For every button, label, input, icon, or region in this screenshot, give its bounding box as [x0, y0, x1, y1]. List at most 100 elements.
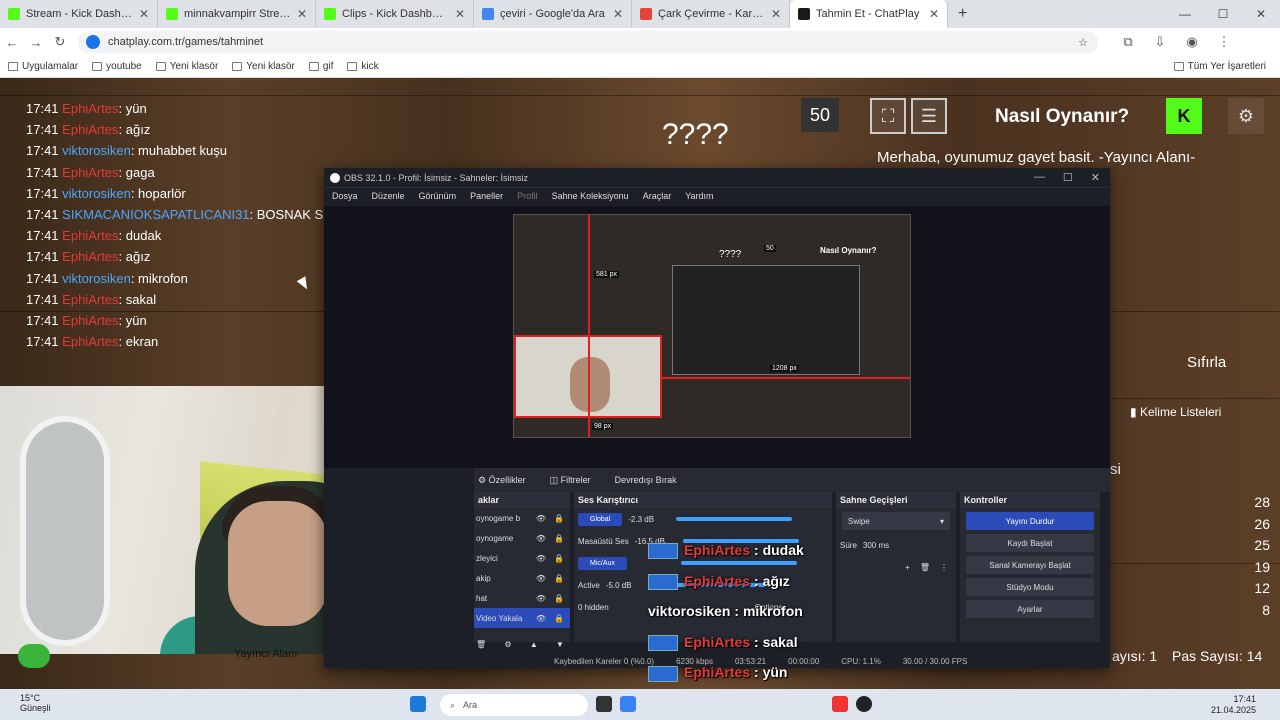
source-item[interactable]: Video Yakala 👁 🔒: [474, 608, 570, 628]
chat-user[interactable]: EphiArtes: [62, 249, 118, 264]
remove-source-icon[interactable]: 🗑: [476, 640, 486, 649]
chat-user[interactable]: EphiArtes: [62, 313, 118, 328]
bookmark-1[interactable]: youtube: [92, 61, 142, 72]
chat-user[interactable]: SIKMACANIOKSAPATLICANI31: [62, 207, 249, 222]
tab-close-icon[interactable]: ✕: [613, 7, 623, 21]
chat-user[interactable]: EphiArtes: [62, 292, 118, 307]
eye-icon[interactable]: 👁: [536, 614, 546, 623]
weather-widget[interactable]: 15°C Güneşli: [20, 693, 51, 713]
obs-menu-item[interactable]: Düzenle: [372, 191, 405, 201]
chat-user[interactable]: viktorosiken: [62, 186, 131, 201]
chat-user[interactable]: EphiArtes: [62, 334, 118, 349]
eye-icon[interactable]: 👁: [536, 574, 546, 583]
eye-icon[interactable]: 👁: [536, 594, 546, 603]
properties-button[interactable]: ⚙ Özellikler: [478, 475, 526, 486]
source-item[interactable]: akip 👁 🔒: [474, 568, 570, 588]
eye-icon[interactable]: 👁: [536, 554, 546, 563]
obs-menu-item[interactable]: Araçlar: [643, 191, 672, 201]
chat-user[interactable]: EphiArtes: [62, 122, 118, 137]
control-button-0[interactable]: Yayını Durdur: [966, 512, 1094, 530]
site-info-icon[interactable]: [86, 35, 100, 49]
reload-icon[interactable]: ↻: [48, 34, 72, 50]
tab-0[interactable]: Stream - Kick Dashboard ✕: [0, 0, 158, 28]
control-button-2[interactable]: Sanal Kamerayı Başlat: [966, 556, 1094, 574]
obs-menu-item[interactable]: Profil: [517, 191, 538, 201]
add-transition-icon[interactable]: +: [905, 563, 910, 572]
maximize-icon[interactable]: ☐: [1204, 0, 1242, 28]
profile-icon[interactable]: ◉: [1180, 34, 1204, 50]
list-icon[interactable]: ☰: [911, 98, 947, 134]
control-button-3[interactable]: Stüdyo Modu: [966, 578, 1094, 596]
eye-icon[interactable]: 👁: [536, 534, 546, 543]
chat-user[interactable]: viktorosiken: [62, 143, 131, 158]
lock-icon[interactable]: 🔒: [554, 614, 564, 623]
lock-icon[interactable]: 🔒: [554, 534, 564, 543]
filters-button[interactable]: ◫ Filtreler: [550, 475, 591, 486]
lock-icon[interactable]: 🔒: [554, 554, 564, 563]
tab-1[interactable]: minnakvampirr Stream - Watch ✕: [158, 0, 316, 28]
minimize-icon[interactable]: —: [1166, 0, 1204, 28]
reset-button[interactable]: Sıfırla: [1187, 354, 1226, 371]
downloads-icon[interactable]: ⇩: [1148, 34, 1172, 50]
obs-menu-item[interactable]: Dosya: [332, 191, 358, 201]
move-up-icon[interactable]: ▲: [530, 640, 538, 649]
obs-taskbar-icon[interactable]: [856, 696, 872, 712]
transition-select[interactable]: Swipe ▾: [842, 512, 950, 530]
obs-preview[interactable]: ???? 50 Nasıl Oynanır? 581 px 1208 px 98…: [513, 214, 911, 438]
source-item[interactable]: zleyici 👁 🔒: [474, 548, 570, 568]
obs-menu-item[interactable]: Yardım: [685, 191, 713, 201]
volume-fader[interactable]: [676, 517, 793, 521]
volume-fader[interactable]: [680, 561, 797, 565]
start-icon[interactable]: [410, 696, 426, 712]
tab-close-icon[interactable]: ✕: [771, 7, 781, 21]
word-lists-button[interactable]: ▮ Kelime Listeleri: [1130, 405, 1221, 419]
close-icon[interactable]: ✕: [1242, 0, 1280, 28]
obs-menu-item[interactable]: Görünüm: [419, 191, 457, 201]
obs-menu-item[interactable]: Paneller: [470, 191, 503, 201]
source-settings-icon[interactable]: ⚙: [504, 640, 511, 649]
chat-user[interactable]: EphiArtes: [62, 165, 118, 180]
tab-close-icon[interactable]: ✕: [455, 7, 465, 21]
obs-minimize-icon[interactable]: —: [1034, 171, 1045, 184]
all-bookmarks[interactable]: Tüm Yer İşaretleri: [1173, 61, 1266, 72]
chat-user[interactable]: viktorosiken: [62, 271, 131, 286]
chat-user[interactable]: EphiArtes: [62, 101, 118, 116]
source-item[interactable]: hat 👁 🔒: [474, 588, 570, 608]
tab-4[interactable]: Çark Çevirme - Karar Çarkı! ✕: [632, 0, 790, 28]
fullscreen-icon[interactable]: ⛶: [870, 98, 906, 134]
bookmark-4[interactable]: gif: [308, 61, 333, 72]
forward-icon[interactable]: →: [24, 35, 48, 50]
move-down-icon[interactable]: ▼: [556, 640, 564, 649]
lock-icon[interactable]: 🔒: [554, 574, 564, 583]
eye-icon[interactable]: 👁: [536, 514, 546, 523]
source-item[interactable]: oynogame b 👁 🔒: [474, 508, 570, 528]
duration-value[interactable]: 300 ms: [863, 541, 889, 550]
taskbar-search[interactable]: ⌕ Ara: [440, 694, 588, 716]
bookmark-star-icon[interactable]: ☆: [1078, 36, 1088, 49]
chat-user[interactable]: EphiArtes: [62, 228, 118, 243]
bookmark-2[interactable]: Yeni klasör: [155, 61, 218, 72]
menu-icon[interactable]: ⋮: [1212, 34, 1236, 50]
tab-close-icon[interactable]: ✕: [297, 7, 307, 21]
back-icon[interactable]: ←: [0, 35, 24, 50]
tab-3[interactable]: çeviri - Google'da Ara ✕: [474, 0, 632, 28]
disable-button[interactable]: Devredışı Bırak: [615, 475, 677, 485]
gear-icon[interactable]: ⚙: [1228, 98, 1264, 134]
obs-menu-item[interactable]: Sahne Koleksiyonu: [552, 191, 629, 201]
url-field[interactable]: chatplay.com.tr/games/tahminet ☆: [78, 31, 1098, 53]
lock-icon[interactable]: 🔒: [554, 594, 564, 603]
bookmark-3[interactable]: Yeni klasör: [232, 61, 295, 72]
tab-close-icon[interactable]: ✕: [929, 7, 939, 21]
edge-icon[interactable]: [620, 696, 636, 712]
tab-close-icon[interactable]: ✕: [139, 7, 149, 21]
control-button-1[interactable]: Kaydı Başlat: [966, 534, 1094, 552]
new-tab-button[interactable]: +: [948, 5, 977, 23]
bookmark-0[interactable]: Uygulamalar: [8, 61, 78, 72]
source-item[interactable]: oynogame 👁 🔒: [474, 528, 570, 548]
chrome-icon[interactable]: [832, 696, 848, 712]
bookmark-5[interactable]: kick: [347, 61, 379, 72]
transition-menu-icon[interactable]: ⋮: [940, 563, 948, 572]
delete-transition-icon[interactable]: 🗑: [920, 563, 930, 572]
extensions-icon[interactable]: ⧉: [1116, 34, 1140, 50]
explorer-icon[interactable]: [596, 696, 612, 712]
